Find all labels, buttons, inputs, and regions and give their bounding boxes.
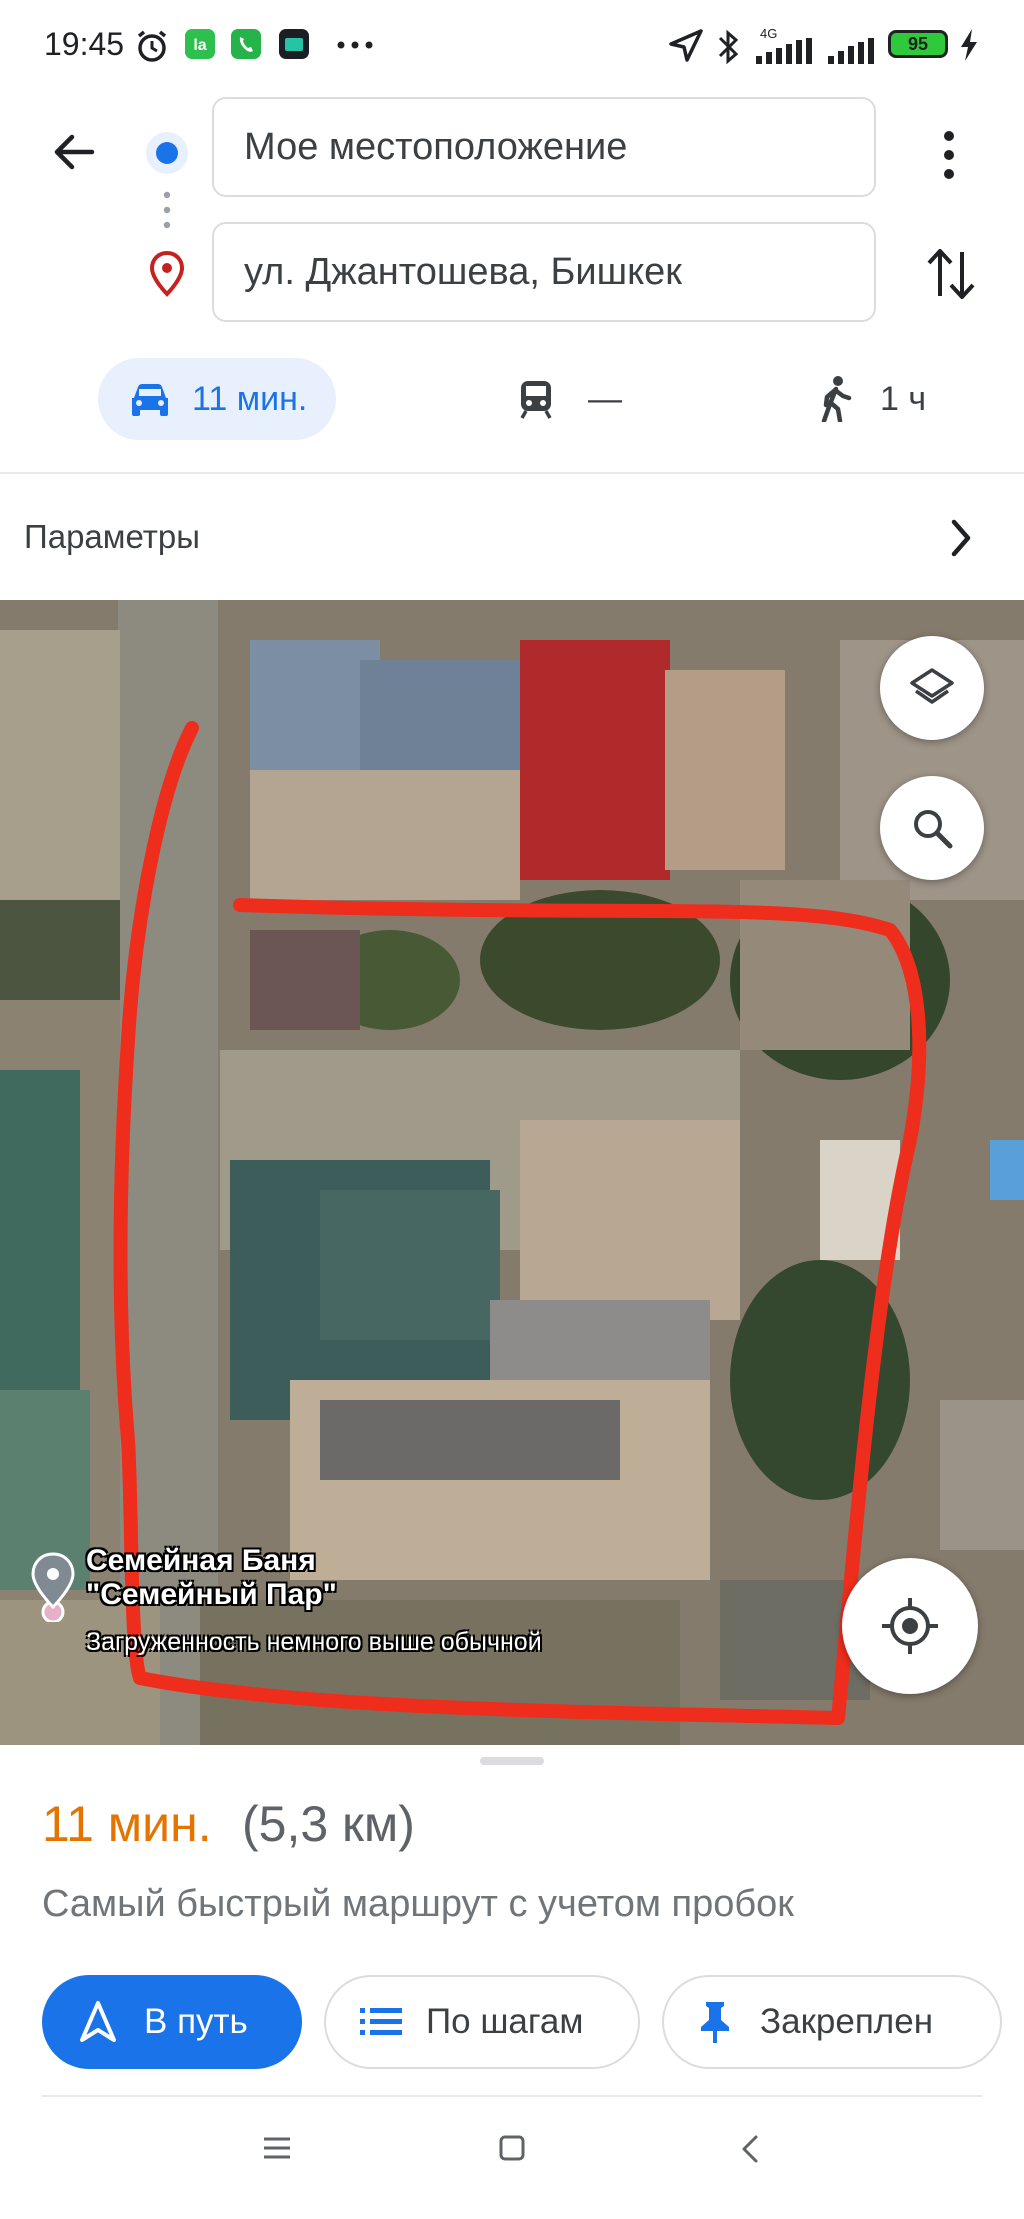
map-search-button[interactable] [880, 776, 984, 880]
mode-walking-chip[interactable]: 1 ч [818, 358, 926, 440]
mode-transit-chip[interactable]: — [516, 358, 622, 440]
start-navigation-label: В путь [144, 2002, 248, 2041]
car-icon [132, 384, 168, 416]
home-nav-icon[interactable] [498, 2134, 526, 2162]
wallet-app-icon [279, 29, 309, 59]
la-app-icon: la [185, 29, 215, 59]
svg-text:la: la [193, 37, 206, 54]
my-location-button[interactable] [842, 1558, 978, 1694]
status-time: 19:45 [44, 26, 125, 62]
more-dots-icon [337, 41, 373, 49]
location-arrow-icon [669, 29, 703, 62]
back-arrow-icon[interactable] [50, 128, 98, 176]
eta-distance: (5,3 км) [242, 1796, 415, 1852]
search-icon [914, 810, 953, 849]
charging-icon [961, 29, 977, 61]
start-navigation-button[interactable]: В путь [42, 1975, 302, 2069]
mode-walking-label: 1 ч [880, 379, 927, 418]
steps-button[interactable]: По шагам [324, 1975, 640, 2069]
poi-name-line2: "Семейный Пар" [86, 1578, 337, 1611]
poi-marker-icon[interactable] [28, 1552, 78, 1622]
swap-icon[interactable] [924, 244, 978, 304]
bluetooth-icon [718, 29, 739, 65]
sheet-drag-handle[interactable] [480, 1757, 544, 1765]
alarm-icon [137, 30, 167, 62]
origin-dot-icon [146, 132, 188, 174]
back-nav-icon[interactable] [740, 2134, 760, 2164]
poi-name[interactable]: Семейная Баня "Семейный Пар" [86, 1544, 337, 1612]
walk-icon [821, 376, 852, 422]
layers-icon [910, 668, 954, 704]
battery-level: 95 [907, 33, 929, 54]
phone-app-icon [231, 29, 261, 59]
route-options-row[interactable]: Параметры [0, 474, 1024, 600]
steps-label: По шагам [426, 2002, 584, 2041]
sheet-divider [42, 2095, 982, 2097]
poi-name-line1: Семейная Баня [86, 1544, 316, 1577]
layers-button[interactable] [880, 636, 984, 740]
route-connector-dots [163, 191, 171, 229]
menu-nav-icon[interactable] [262, 2136, 292, 2160]
route-description: Самый быстрый маршрут с учетом пробок [42, 1883, 794, 1925]
route-options-label: Параметры [24, 518, 200, 555]
more-options-icon[interactable] [940, 128, 958, 182]
signal-icon [828, 38, 874, 64]
status-bar: 19:45 la 4G 95 [0, 0, 1024, 92]
pinned-label: Закреплен [760, 2002, 934, 2041]
transit-icon [520, 381, 552, 419]
chevron-right-icon [951, 519, 971, 557]
navigation-arrow-icon [80, 2001, 116, 2042]
eta-duration: 11 мин. [42, 1796, 212, 1852]
pin-icon [701, 2002, 729, 2043]
satellite-map[interactable]: Семейная Баня "Семейный Пар" Загруженнос… [0, 600, 1024, 1745]
mode-transit-label: — [588, 379, 622, 418]
poi-busyness: Загруженность немного выше обычной [86, 1628, 542, 1656]
destination-input[interactable]: ул. Джантошева, Бишкек [212, 222, 876, 322]
signal-icon [756, 38, 812, 64]
pinned-button[interactable]: Закреплен [662, 1975, 1002, 2069]
battery-icon: 95 [888, 30, 948, 58]
destination-pin-icon [149, 250, 185, 297]
mode-driving-chip[interactable]: 11 мин. [98, 358, 336, 440]
my-location-icon [882, 1598, 938, 1654]
origin-input[interactable]: Мое местоположение [212, 97, 876, 197]
mode-driving-label: 11 мин. [192, 379, 308, 418]
list-icon [360, 2008, 402, 2035]
